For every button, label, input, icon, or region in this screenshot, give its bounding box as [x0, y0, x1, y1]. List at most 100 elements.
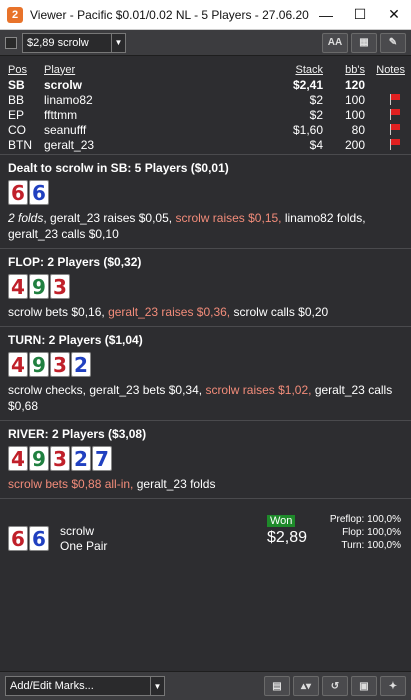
villain-action-text: geralt_23 raises $0,36, [108, 305, 231, 319]
player-stack: $2 [309, 92, 323, 107]
river-actions: scrolw bets $0,88 all-in, geralt_23 fold… [8, 476, 403, 492]
toolbar: $2,89 scrolw ▼ AA ▦ ✎ [0, 30, 411, 56]
hero-name: scrolw [60, 523, 95, 538]
turn-title: TURN: 2 Players ($1,04) [8, 333, 143, 347]
flag-icon[interactable] [389, 124, 401, 135]
player-notes[interactable] [365, 109, 405, 120]
player-bbs: 80 [351, 122, 365, 137]
hero-action-text: scrolw raises $0,15, [175, 211, 282, 225]
undo-icon[interactable]: ↺ [322, 676, 348, 696]
result-summary: 6 6 scrolw One Pair Won $2,89 Preflop: 1… [0, 498, 411, 578]
stat-flop: Flop: 100,0% [342, 527, 401, 538]
player-select-value: $2,89 scrolw [27, 36, 89, 49]
player-pos: SB [8, 77, 25, 92]
board-cards: 4 9 3 2 7 [8, 446, 403, 471]
action-text: scrolw calls $0,20 [230, 305, 329, 319]
maximize-button[interactable]: ☐ [343, 0, 377, 30]
hand-rank: One Pair [60, 538, 108, 553]
app-icon: 2 [7, 6, 23, 23]
spin-arrows-icon[interactable]: ▴▾ [293, 676, 319, 696]
player-name: ffttmm [44, 107, 78, 122]
minimize-button[interactable]: — [309, 0, 343, 30]
header-bbs[interactable]: bb's [323, 64, 365, 76]
flop-section: FLOP: 2 Players ($0,32) 4 9 3 scrolw bet… [0, 248, 411, 326]
equity-stats: Preflop: 100,0% Flop: 100,0% Turn: 100,0… [330, 513, 401, 552]
player-pos: BTN [8, 137, 32, 152]
hero-action-text: scrolw raises $1,02, [205, 383, 312, 397]
board-cards: 4 9 3 2 [8, 352, 403, 377]
twitter-share-icon[interactable]: ✦ [380, 676, 406, 696]
player-notes[interactable] [365, 94, 405, 105]
header-pos[interactable]: Pos [8, 64, 44, 76]
font-size-button[interactable]: AA [322, 32, 348, 53]
flag-icon[interactable] [389, 139, 401, 150]
player-bbs: 200 [344, 137, 365, 152]
action-text: scrolw bets $0,16, [8, 305, 109, 319]
player-bbs: 100 [344, 107, 365, 122]
action-text: scrolw checks, geralt_23 bets $0,34, [8, 383, 206, 397]
flop-actions: scrolw bets $0,16, geralt_23 raises $0,3… [8, 304, 403, 320]
player-stack: $4 [309, 137, 323, 152]
player-pos: BB [8, 92, 25, 107]
river-title: RIVER: 2 Players ($3,08) [8, 427, 147, 441]
player-row[interactable]: EP ffttmm $2 100 [8, 107, 405, 122]
select-checkbox[interactable] [5, 37, 17, 49]
preflop-title: Dealt to scrolw in SB: 5 Players ($0,01) [8, 161, 229, 175]
hole-cards: 6 6 [8, 180, 403, 205]
playing-card: 6 [8, 526, 28, 551]
header-notes[interactable]: Notes [365, 64, 405, 76]
header-player[interactable]: Player [44, 64, 265, 76]
flop-title: FLOP: 2 Players ($0,32) [8, 255, 142, 269]
window-title: Viewer - Pacific $0.01/0.02 NL - 5 Playe… [30, 7, 309, 22]
playing-card: 2 [71, 352, 91, 377]
won-amount: $2,89 [267, 529, 308, 546]
player-name: scrolw [44, 77, 83, 92]
playing-card: 3 [50, 352, 70, 377]
player-notes[interactable] [365, 139, 405, 150]
action-text: 2 folds [8, 211, 44, 225]
playing-card: 6 [8, 180, 28, 205]
flag-icon[interactable] [389, 94, 401, 105]
hero-action-text: scrolw bets $0,88 all-in, [8, 477, 134, 491]
won-badge: Won [267, 515, 296, 527]
edit-pencil-icon[interactable]: ✎ [380, 32, 406, 53]
calculator-icon[interactable]: ▤ [264, 676, 290, 696]
chevron-down-icon: ▼ [111, 33, 125, 52]
playing-card: 4 [8, 352, 28, 377]
marks-select-value: Add/Edit Marks... [10, 680, 94, 692]
player-row[interactable]: CO seanufff $1,60 80 [8, 122, 405, 137]
showdown-cards: 6 6 [8, 526, 50, 551]
players-table: Pos Player Stack bb's Notes SB scrolw $2… [0, 57, 411, 154]
player-row[interactable]: BB linamo82 $2 100 [8, 92, 405, 107]
hand-history-view: Pos Player Stack bb's Notes SB scrolw $2… [0, 57, 411, 671]
action-text: , geralt_23 raises $0,05, [43, 211, 176, 225]
playing-card: 9 [29, 446, 49, 471]
turn-section: TURN: 2 Players ($1,04) 4 9 3 2 scrolw c… [0, 326, 411, 420]
player-pos: EP [8, 107, 25, 122]
marks-select[interactable]: Add/Edit Marks... ▼ [5, 676, 165, 696]
header-stack[interactable]: Stack [265, 64, 323, 76]
hero-info: scrolw One Pair [60, 524, 107, 554]
player-row[interactable]: SB scrolw $2,41 120 [8, 77, 405, 92]
grid-icon[interactable]: ▦ [351, 32, 377, 53]
flag-icon[interactable] [389, 109, 401, 120]
player-pos: CO [8, 122, 26, 137]
chevron-down-icon: ▼ [150, 677, 164, 695]
player-notes[interactable] [365, 124, 405, 135]
player-stack: $2 [309, 107, 323, 122]
close-button[interactable]: ✕ [377, 0, 411, 30]
stat-preflop: Preflop: 100,0% [329, 514, 401, 525]
river-section: RIVER: 2 Players ($3,08) 4 9 3 2 7 scrol… [0, 420, 411, 498]
playing-card: 4 [8, 446, 28, 471]
save-icon[interactable]: ▣ [351, 676, 377, 696]
playing-card: 3 [50, 274, 70, 299]
player-stack: $1,60 [292, 122, 323, 137]
player-bbs: 120 [344, 77, 365, 92]
playing-card: 7 [92, 446, 112, 471]
player-select[interactable]: $2,89 scrolw ▼ [22, 32, 126, 53]
player-stack: $2,41 [292, 77, 323, 92]
players-header-row: Pos Player Stack bb's Notes [8, 62, 405, 77]
player-bbs: 100 [344, 92, 365, 107]
playing-card: 4 [8, 274, 28, 299]
player-row[interactable]: BTN geralt_23 $4 200 [8, 137, 405, 152]
